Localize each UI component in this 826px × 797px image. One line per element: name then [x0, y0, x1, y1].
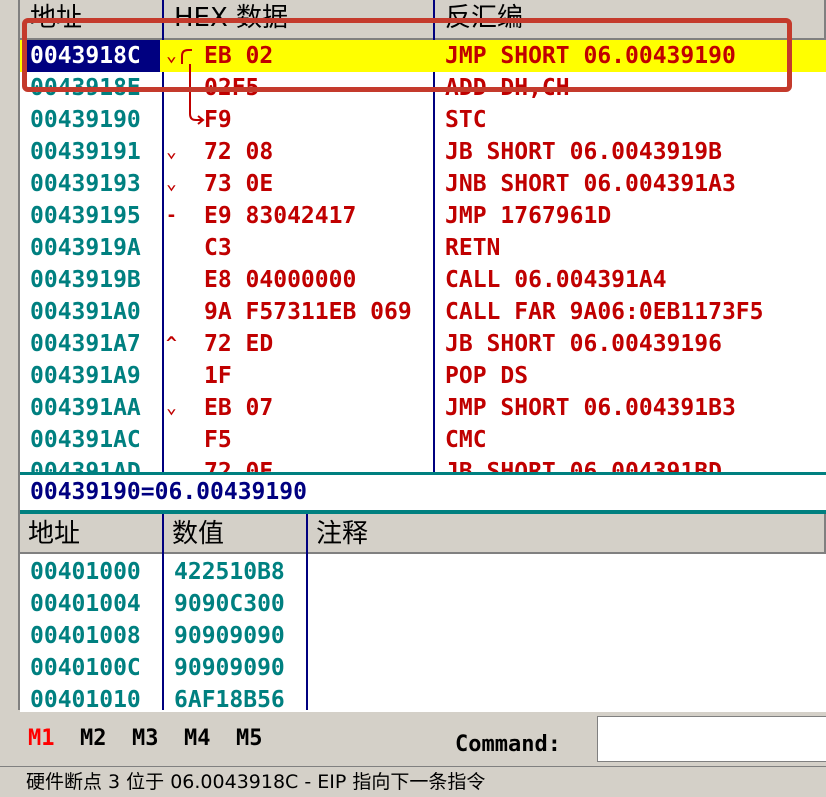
row-hex: F9	[204, 107, 232, 133]
row-instruction: RETN	[445, 235, 501, 261]
row-address: 00439193	[30, 171, 141, 197]
row-address: 0043919B	[30, 267, 141, 293]
dump-address: 00401008	[30, 623, 141, 649]
dump-value: 6AF18B56	[174, 687, 285, 710]
column-header-address[interactable]: 地址	[20, 514, 164, 554]
row-instruction: JB SHORT 06.0043919B	[445, 139, 722, 165]
jump-marker: ⌄	[166, 141, 177, 162]
row-hex: E8 04000000	[204, 267, 357, 293]
jump-marker: ^	[166, 333, 177, 354]
tab-m4[interactable]: M4	[184, 726, 211, 751]
row-instruction: JNB SHORT 06.004391A3	[445, 171, 736, 197]
row-instruction: STC	[445, 107, 487, 133]
jump-marker: ⌄	[166, 173, 177, 194]
disasm-row[interactable]: 004391A9 1F POP DS	[20, 360, 826, 392]
bottom-toolbar: M1 M2 M3 M4 M5 Command:	[20, 710, 826, 768]
row-instruction: POP DS	[445, 363, 529, 389]
row-address: 004391A7	[30, 331, 141, 357]
jump-marker: ⌄	[166, 397, 177, 418]
command-input[interactable]	[597, 716, 826, 762]
row-instruction: CALL 06.004391A4	[445, 267, 667, 293]
disasm-row[interactable]: 004391AC F5 CMC	[20, 424, 826, 456]
dump-row[interactable]: 00401010 6AF18B56	[20, 684, 826, 710]
dump-value: 422510B8	[174, 559, 285, 585]
command-label: Command:	[455, 732, 561, 757]
disasm-row[interactable]: 004391AA ⌄ EB 07 JMP SHORT 06.004391B3	[20, 392, 826, 424]
row-address: 00439190	[30, 107, 141, 133]
row-hex: 1F	[204, 363, 232, 389]
disasm-row[interactable]: 00439195 - E9 83042417 JMP 1767961D	[20, 200, 826, 232]
row-instruction: JMP 1767961D	[445, 203, 612, 229]
row-address: 00439195	[30, 203, 141, 229]
dump-row[interactable]: 00401008 90909090	[20, 620, 826, 652]
annotation-highlight-box	[22, 18, 792, 92]
row-instruction: JB SHORT 06.00439196	[445, 331, 722, 357]
memory-dump-pane[interactable]: 地址 数值 注释 00401000 422510B8 00401004 9090C30…	[20, 514, 826, 710]
column-header-comment[interactable]: 注释	[308, 514, 826, 554]
disasm-row[interactable]: 004391A0 9A F57311EB 069 CALL FAR 9A06:0EB…	[20, 296, 826, 328]
row-hex: 9A F57311EB 069	[204, 299, 412, 325]
row-instruction: JB SHORT 06.004391BD	[445, 459, 722, 472]
disasm-row[interactable]: 00439190 F9 STC	[20, 104, 826, 136]
tab-m5[interactable]: M5	[236, 726, 263, 751]
row-hex: 72 08	[204, 139, 274, 165]
tab-m2[interactable]: M2	[80, 726, 107, 751]
jump-marker: -	[166, 205, 177, 226]
row-instruction: JMP SHORT 06.004391B3	[445, 395, 736, 421]
row-hex: 73 0E	[204, 171, 274, 197]
row-instruction: CMC	[445, 427, 487, 453]
row-address: 0043919A	[30, 235, 141, 261]
info-line: 00439190=06.00439190	[20, 472, 826, 510]
row-hex: E9 83042417	[204, 203, 357, 229]
disasm-row[interactable]: 004391AD 72 0E JB SHORT 06.004391BD	[20, 456, 826, 472]
column-header-value[interactable]: 数值	[164, 514, 308, 554]
dump-row[interactable]: 00401004 9090C300	[20, 588, 826, 620]
row-address: 00439191	[30, 139, 141, 165]
row-address: 004391AA	[30, 395, 141, 421]
dump-row[interactable]: 00401000 422510B8	[20, 556, 826, 588]
dump-value: 90909090	[174, 655, 285, 681]
row-hex: C3	[204, 235, 232, 261]
row-address: 004391A0	[30, 299, 141, 325]
tab-m1[interactable]: M1	[28, 726, 55, 751]
dump-value: 90909090	[174, 623, 285, 649]
row-address: 004391AC	[30, 427, 141, 453]
dump-value: 9090C300	[174, 591, 285, 617]
row-address: 004391A9	[30, 363, 141, 389]
dump-address: 00401010	[30, 687, 141, 710]
status-bar: 硬件断点 3 位于 06.0043918C - EIP 指向下一条指令	[0, 766, 826, 796]
row-hex: 72 0E	[204, 459, 274, 472]
disasm-row[interactable]: 0043919A C3 RETN	[20, 232, 826, 264]
row-hex: 72 ED	[204, 331, 274, 357]
row-hex: F5	[204, 427, 232, 453]
dump-address: 00401000	[30, 559, 141, 585]
disasm-row[interactable]: 00439191 ⌄ 72 08 JB SHORT 06.0043919B	[20, 136, 826, 168]
tab-m3[interactable]: M3	[132, 726, 159, 751]
disasm-row[interactable]: 00439193 ⌄ 73 0E JNB SHORT 06.004391A3	[20, 168, 826, 200]
row-hex: EB 07	[204, 395, 274, 421]
dump-address: 0040100C	[30, 655, 141, 681]
disasm-row[interactable]: 004391A7 ^ 72 ED JB SHORT 06.00439196	[20, 328, 826, 360]
disasm-row[interactable]: 0043919B E8 04000000 CALL 06.004391A4	[20, 264, 826, 296]
row-instruction: CALL FAR 9A06:0EB1173F5	[445, 299, 764, 325]
row-address: 004391AD	[30, 459, 141, 472]
dump-row[interactable]: 0040100C 90909090	[20, 652, 826, 684]
dump-address: 00401004	[30, 591, 141, 617]
left-gutter	[0, 0, 18, 766]
